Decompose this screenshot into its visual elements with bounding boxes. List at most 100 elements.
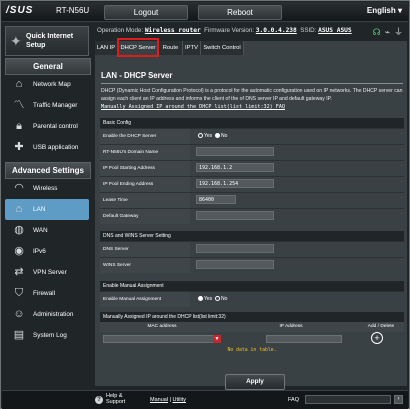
quick-internet-setup-button[interactable]: ✦ Quick Internet Setup [5,26,89,56]
table-row: IP Pool Ending Address 192.168.1.254 [100,176,404,192]
basic-config-table: Basic Config Enable the DHCP Server Yes … [100,118,404,224]
apply-button[interactable]: Apply [225,374,285,390]
tab-route[interactable]: Route [159,41,183,55]
sidebar-item-vpn-server[interactable]: ⇄ VPN Server [5,262,89,283]
default-gateway-input[interactable] [196,211,274,220]
table-row: Enable the DHCP Server Yes No [100,128,404,144]
tab-lan-ip[interactable]: LAN IP [95,41,118,55]
ip-address-input[interactable] [266,335,342,343]
traffic-icon: 〽 [13,99,25,111]
sidebar-item-firewall[interactable]: ⛉ Firewall [5,283,89,304]
radio-yes[interactable] [198,133,203,139]
sidebar-item-parental-control[interactable]: 🔒︎ Parental control [5,116,89,137]
title-divider [101,83,403,84]
language-select[interactable]: English ▾ [367,6,402,15]
firmware-label: Firmware Version: [204,27,255,34]
table-row: IP Pool Starting Address 192.168.1.2 [100,160,404,176]
wand-icon: ✦ [10,33,22,49]
radio-no[interactable] [214,296,220,302]
op-mode-label: Operation Mode: [97,27,144,34]
ip-pool-end-input[interactable]: 192.168.1.254 [196,179,274,188]
qis-label: Quick Internet Setup [26,33,74,49]
radio-no-label: No [220,133,228,139]
top-bar: /SUS RT-N56U Logout Reboot English ▾ [2,2,408,22]
footer-links: Manual | Utility [150,397,186,403]
sidebar-item-ipv6[interactable]: ◉ IPv6 [5,241,89,262]
manual-input-row: ▼ + [100,332,404,346]
help-support-label: Help & Support [106,393,126,405]
sidebar-item-label: LAN [33,206,46,213]
sidebar-item-label: Traffic Manager [33,102,78,109]
domain-name-input[interactable] [196,147,274,156]
table-row: RT-N56U's Domain Name [100,144,404,160]
general-header: General [5,58,91,75]
faq-search-input[interactable] [305,395,391,404]
puzzle-icon: ✚ [14,141,24,153]
usb-status-icon[interactable]: ⏚ [394,27,403,37]
sidebar-item-usb-application[interactable]: ✚ USB application [5,137,89,158]
manual-link[interactable]: Manual [150,397,168,403]
sidebar-item-lan[interactable]: ⌂ LAN [5,199,89,220]
sidebar-item-label: WAN [33,227,48,234]
col-mac-address: MAC address [147,324,177,329]
enable-manual-radio[interactable]: Yes No [198,296,227,302]
table-row: Default Gateway [100,208,404,224]
ip-pool-end-label: IP Pool Ending Address [100,177,190,192]
reboot-button[interactable]: Reboot [198,5,282,20]
sidebar-item-system-log[interactable]: ▤ System Log [5,325,89,346]
plus-icon: + [374,333,380,343]
advanced-nav: ◠ Wireless ⌂ LAN ◍ WAN ◉ IPv6 ⇄ VPN Server ⛉ F… [5,178,89,346]
sidebar-item-network-map[interactable]: ⌂ Network Map [5,74,89,95]
utility-link[interactable]: Utility [173,397,186,403]
internet-status-icon[interactable]: ⌁ [385,27,390,37]
ip-pool-start-label: IP Pool Starting Address [100,161,190,176]
radio-no[interactable] [214,133,220,139]
op-mode-link[interactable]: Wireless router [145,27,201,34]
faq-link[interactable]: Manually Assigned IP around the DHCP lis… [101,104,285,110]
ipv6-icon: ◉ [14,245,24,257]
sidebar-item-label: Wireless [33,185,58,192]
enable-dhcp-label: Enable the DHCP Server [100,129,190,144]
tab-iptv[interactable]: IPTV [183,41,201,55]
lease-time-input[interactable]: 86400 [196,195,236,204]
radio-yes-label: Yes [204,296,213,302]
faq-label: FAQ [288,397,300,403]
general-nav: ⌂ Network Map 〽 Traffic Manager 🔒︎ Parental… [5,74,89,158]
manual-list-header: Manually Assigned IP around the DHCP lis… [100,312,404,322]
sidebar-item-label: Administration [33,311,74,318]
help-icon: ? [95,396,103,404]
firmware-link[interactable]: 3.0.0.4.238 [256,27,297,34]
sidebar-item-label: System Log [33,332,67,339]
dns-wins-header: DNS and WINS Server Setting [100,231,404,241]
signal-icon[interactable]: ☊ [373,27,381,37]
radio-yes[interactable] [198,296,203,302]
enable-dhcp-radio[interactable]: Yes No [198,133,227,139]
domain-name-label: RT-N56U's Domain Name [100,145,190,160]
model-name: RT-N56U [56,6,90,15]
default-gateway-label: Default Gateway [100,209,190,224]
wins-server-input[interactable] [196,260,274,269]
radio-no-label: No [220,296,228,302]
home-icon: ⌂ [15,203,23,215]
search-go-icon[interactable]: › [394,395,403,404]
add-entry-button[interactable]: + [371,332,383,344]
basic-config-header: Basic Config [100,118,404,128]
tab-switch-control[interactable]: Switch Control [201,41,244,55]
dropdown-arrow-icon[interactable]: ▼ [213,335,221,343]
sidebar-item-label: Parental control [33,123,78,130]
sidebar-item-administration[interactable]: ☺ Administration [5,304,89,325]
chevron-down-icon: ▾ [397,6,402,15]
sidebar-item-wireless[interactable]: ◠ Wireless [5,178,89,199]
col-add-delete: Add / Delete [367,324,395,329]
language-label: English [366,6,396,15]
description-text: DHCP (Dynamic Host Configuration Protoco… [101,88,403,102]
sidebar-item-wan[interactable]: ◍ WAN [5,220,89,241]
ip-pool-start-input[interactable]: 192.168.1.2 [196,163,274,172]
dns-server-input[interactable] [196,244,274,253]
sidebar-item-traffic-manager[interactable]: 〽 Traffic Manager [5,95,89,116]
footer: ? Help & Support Manual | Utility FAQ › [2,390,408,409]
logout-button[interactable]: Logout [104,5,188,20]
mac-address-select[interactable]: ▼ [103,335,221,343]
manual-list-columns: MAC address IP Address Add / Delete [100,322,404,332]
enable-manual-label: Enable Manual Assignment [100,292,190,307]
